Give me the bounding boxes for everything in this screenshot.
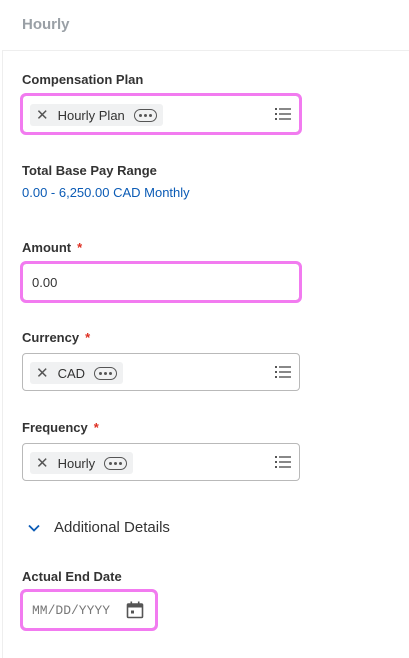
ellipsis-icon[interactable] (133, 108, 157, 122)
frequency-label: Frequency * (22, 420, 99, 435)
amount-input[interactable] (23, 264, 299, 300)
calendar-icon[interactable] (126, 601, 144, 619)
chevron-down-icon[interactable] (28, 524, 40, 532)
currency-label-text: Currency (22, 330, 80, 345)
actual-end-date-field[interactable]: MM/DD/YYYY (20, 589, 158, 631)
required-marker: * (77, 240, 83, 255)
compensation-plan-pill: ✕ Hourly Plan (30, 104, 163, 126)
currency-value: CAD (57, 365, 86, 381)
amount-label-text: Amount (22, 240, 72, 255)
currency-label: Currency * (22, 330, 90, 345)
frequency-field[interactable]: ✕ Hourly (22, 443, 300, 481)
compensation-plan-value: Hourly Plan (57, 107, 125, 123)
frequency-label-text: Frequency (22, 420, 88, 435)
amount-label: Amount * (22, 240, 82, 255)
list-icon[interactable] (275, 107, 291, 121)
actual-end-date-label: Actual End Date (22, 569, 122, 584)
frequency-pill: ✕ Hourly (30, 452, 134, 474)
page-header: Hourly (0, 0, 409, 50)
compensation-plan-field[interactable]: ✕ Hourly Plan (20, 93, 302, 135)
ellipsis-icon[interactable] (104, 456, 128, 470)
additional-details-toggle[interactable]: Additional Details (28, 519, 170, 536)
page-title: Hourly (22, 16, 70, 33)
list-icon[interactable] (275, 455, 291, 469)
close-icon[interactable]: ✕ (36, 366, 49, 381)
required-marker: * (85, 330, 91, 345)
additional-details-label: Additional Details (54, 519, 170, 536)
frequency-value: Hourly (57, 455, 96, 471)
currency-pill: ✕ CAD (30, 362, 124, 384)
required-marker: * (93, 420, 99, 435)
list-icon[interactable] (275, 365, 291, 379)
close-icon[interactable]: ✕ (36, 456, 49, 471)
compensation-plan-label: Compensation Plan (22, 72, 144, 87)
ellipsis-icon[interactable] (94, 366, 118, 380)
date-placeholder[interactable]: MM/DD/YYYY (32, 603, 110, 618)
amount-field[interactable] (20, 261, 302, 303)
currency-field[interactable]: ✕ CAD (22, 353, 300, 391)
base-pay-range-link[interactable]: 0.00 - 6,250.00 CAD Monthly (22, 185, 190, 200)
base-pay-range-label: Total Base Pay Range (22, 163, 157, 178)
close-icon[interactable]: ✕ (36, 108, 49, 123)
